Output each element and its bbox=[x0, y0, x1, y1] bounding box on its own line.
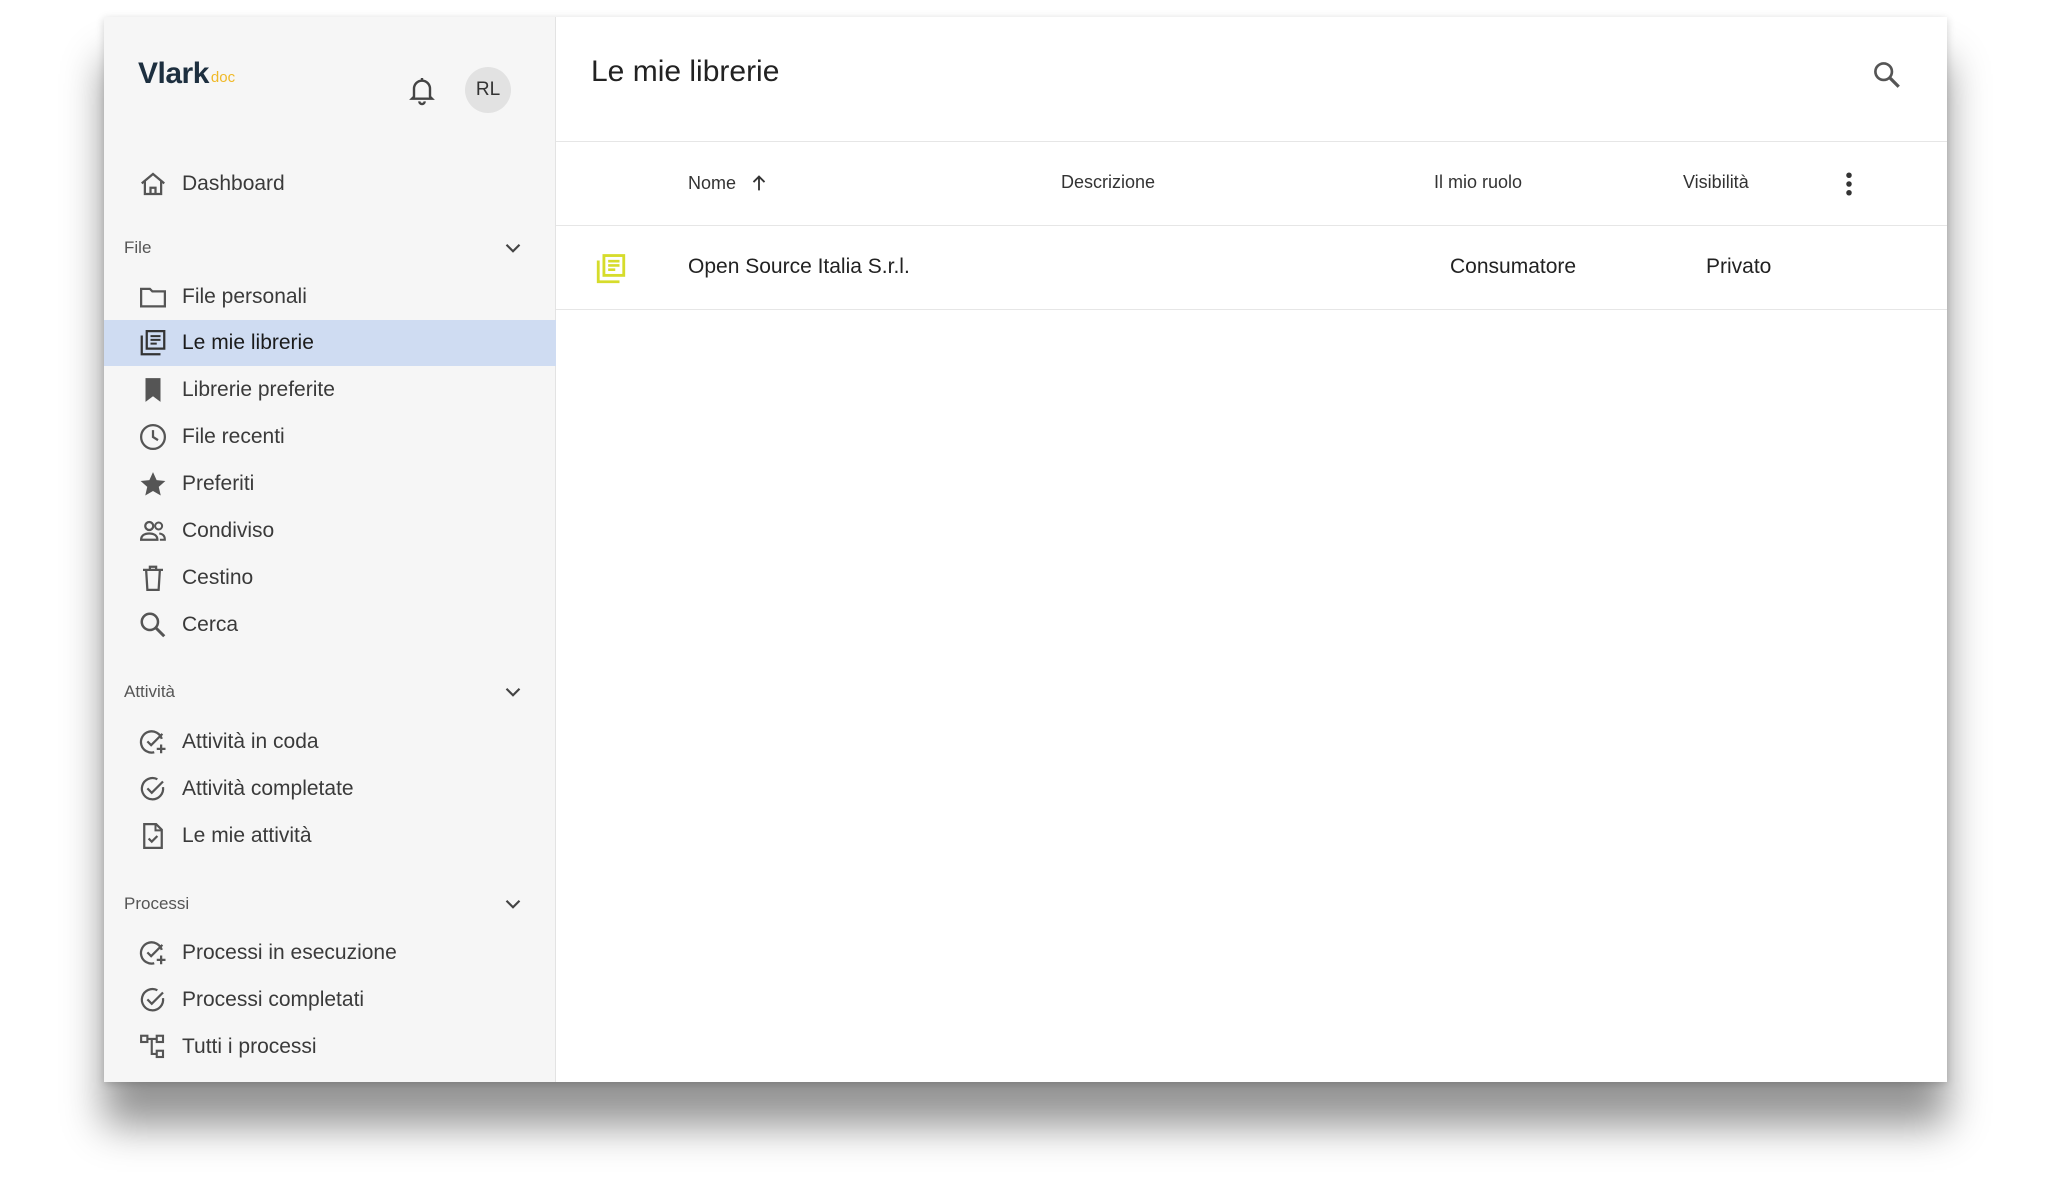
main-header: Le mie librerie bbox=[556, 17, 1947, 142]
column-header-ruolo[interactable]: Il mio ruolo bbox=[1434, 172, 1522, 193]
bookmark-icon bbox=[138, 375, 168, 405]
trash-icon bbox=[138, 563, 168, 593]
sidebar-item-attivita-in-coda[interactable]: Attività in coda bbox=[104, 719, 556, 765]
search-button[interactable] bbox=[1867, 55, 1907, 95]
sidebar-item-label: File recenti bbox=[182, 425, 285, 448]
section-title: File bbox=[124, 238, 152, 257]
sidebar-item-processi-completati[interactable]: Processi completati bbox=[104, 977, 556, 1023]
home-icon bbox=[138, 169, 168, 199]
sidebar-item-le-mie-attivita[interactable]: Le mie attività bbox=[104, 813, 556, 859]
app-window: Vlark doc RL Dashboard File File persona… bbox=[104, 17, 1947, 1082]
logo-text: Vlark bbox=[138, 57, 209, 90]
check-plus-icon bbox=[138, 938, 168, 968]
sidebar-item-label: Attività in coda bbox=[182, 730, 319, 753]
sidebar-item-label: File personali bbox=[182, 285, 307, 308]
chevron-down-icon bbox=[505, 899, 521, 909]
clock-icon bbox=[138, 422, 168, 452]
people-icon bbox=[138, 516, 168, 546]
sidebar-item-label: Cestino bbox=[182, 566, 254, 589]
bell-icon[interactable] bbox=[406, 73, 438, 107]
section-file[interactable]: File bbox=[124, 233, 536, 263]
sidebar-item-label: Librerie preferite bbox=[182, 378, 335, 401]
more-options-button[interactable] bbox=[1831, 164, 1867, 204]
sidebar-item-label: Tutti i processi bbox=[182, 1035, 317, 1058]
sidebar-item-dashboard[interactable]: Dashboard bbox=[104, 161, 556, 207]
page-title: Le mie librerie bbox=[591, 55, 780, 88]
main-content: Le mie librerie Nome Descrizione Il mio … bbox=[556, 17, 1947, 1082]
section-title: Attività bbox=[124, 682, 176, 701]
task-document-icon bbox=[138, 821, 168, 851]
sidebar-item-attivita-completate[interactable]: Attività completate bbox=[104, 766, 556, 812]
arrow-up-icon bbox=[752, 175, 766, 191]
sidebar-item-label: Processi completati bbox=[182, 988, 365, 1011]
process-tree-icon bbox=[138, 1032, 168, 1062]
avatar[interactable]: RL bbox=[465, 67, 511, 113]
chevron-down-icon bbox=[505, 243, 521, 253]
check-circle-icon bbox=[138, 985, 168, 1015]
column-header-descrizione[interactable]: Descrizione bbox=[1061, 172, 1155, 193]
app-logo[interactable]: Vlark doc bbox=[138, 57, 235, 91]
folder-icon bbox=[138, 282, 168, 312]
more-vertical-icon bbox=[1846, 172, 1852, 196]
library-icon bbox=[596, 254, 626, 284]
sidebar-item-label: Preferiti bbox=[182, 472, 255, 495]
library-role: Consumatore bbox=[1450, 255, 1577, 278]
sidebar: Vlark doc RL Dashboard File File persona… bbox=[104, 17, 556, 1082]
search-icon bbox=[138, 610, 168, 640]
check-circle-icon bbox=[138, 774, 168, 804]
section-processi[interactable]: Processi bbox=[124, 889, 536, 919]
section-attivita[interactable]: Attività bbox=[124, 677, 536, 707]
sidebar-item-label: Dashboard bbox=[182, 172, 285, 195]
table-header: Nome Descrizione Il mio ruolo Visibilità bbox=[556, 142, 1947, 226]
sidebar-item-preferiti[interactable]: Preferiti bbox=[104, 461, 556, 507]
sidebar-item-label: Attività completate bbox=[182, 777, 354, 800]
sidebar-item-label: Condiviso bbox=[182, 519, 275, 542]
column-label: Nome bbox=[688, 172, 737, 193]
sidebar-item-condiviso[interactable]: Condiviso bbox=[104, 508, 556, 554]
sidebar-item-file-recenti[interactable]: File recenti bbox=[104, 414, 556, 460]
sidebar-item-le-mie-librerie[interactable]: Le mie librerie bbox=[104, 320, 556, 366]
logo-suffix: doc bbox=[210, 69, 236, 86]
table-row[interactable]: Open Source Italia S.r.l. Consumatore Pr… bbox=[556, 226, 1947, 310]
sidebar-item-label: Le mie librerie bbox=[182, 331, 314, 354]
column-header-nome[interactable]: Nome bbox=[688, 172, 770, 194]
library-name: Open Source Italia S.r.l. bbox=[688, 255, 910, 278]
sidebar-item-cerca[interactable]: Cerca bbox=[104, 602, 556, 648]
chevron-down-icon bbox=[505, 687, 521, 697]
sidebar-item-tutti-i-processi[interactable]: Tutti i processi bbox=[104, 1024, 556, 1070]
library-visibility: Privato bbox=[1706, 255, 1772, 278]
sidebar-item-cestino[interactable]: Cestino bbox=[104, 555, 556, 601]
sidebar-header: Vlark doc RL bbox=[104, 17, 555, 127]
search-icon bbox=[1874, 62, 1900, 88]
check-plus-icon bbox=[138, 727, 168, 757]
sidebar-item-processi-in-esecuzione[interactable]: Processi in esecuzione bbox=[104, 930, 556, 976]
library-icon bbox=[138, 328, 168, 358]
sidebar-item-file-personali[interactable]: File personali bbox=[104, 274, 556, 320]
sidebar-item-label: Cerca bbox=[182, 613, 239, 636]
column-header-visibilita[interactable]: Visibilità bbox=[1683, 172, 1749, 193]
sidebar-item-label: Processi in esecuzione bbox=[182, 941, 397, 964]
sidebar-item-label: Le mie attività bbox=[182, 824, 312, 847]
star-icon bbox=[138, 469, 168, 499]
sidebar-item-librerie-preferite[interactable]: Librerie preferite bbox=[104, 367, 556, 413]
section-title: Processi bbox=[124, 894, 190, 913]
